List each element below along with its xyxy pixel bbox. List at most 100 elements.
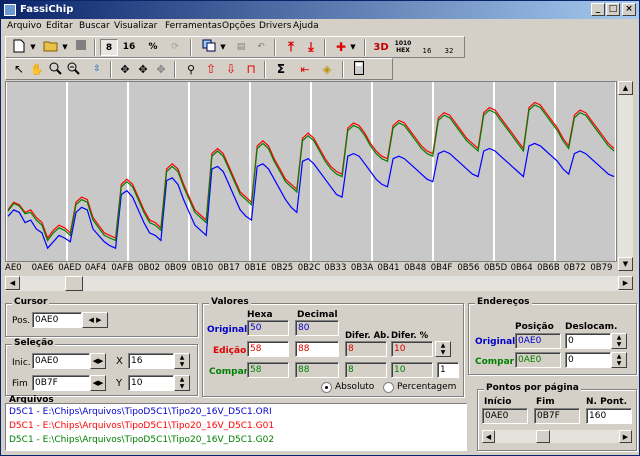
file-item-g01[interactable]: D5C1 - E:\Chips\Arquivos\TipoD5C1\Tipo20… [9, 421, 274, 431]
end-compar-stepper[interactable]: ▲ ▼ [611, 352, 627, 368]
edicao-hex-input[interactable]: 58 [247, 341, 289, 357]
hex-view-button[interactable]: 1010 HEX [394, 39, 412, 56]
stop-icon[interactable] [72, 39, 90, 56]
scroll-right-icon[interactable]: ▶ [618, 276, 633, 290]
undo-icon[interactable]: ↶ [252, 39, 270, 56]
crosshair-dropdown-chevron-icon[interactable]: ▼ [348, 39, 358, 56]
menu-ferramentas[interactable]: Ferramentas [165, 21, 222, 31]
line-chart[interactable] [6, 82, 616, 261]
chart-band [434, 82, 493, 261]
new-file-icon[interactable] [10, 39, 28, 56]
copy-icon[interactable] [200, 39, 218, 56]
swap-16-button[interactable]: 16 [418, 39, 436, 56]
pontos-scroll-right-icon[interactable]: ▶ [619, 430, 632, 443]
hand-icon[interactable]: ✋ [28, 61, 46, 78]
toolbar-separator [342, 61, 344, 78]
view-16bit-button[interactable]: 16 [120, 39, 138, 56]
menu-arquivo[interactable]: Arquivo [7, 21, 41, 31]
horizontal-scrollbar[interactable]: ◀ ▶ [5, 276, 633, 291]
inic-input[interactable]: 0AE0 [32, 353, 90, 369]
go-up-icon[interactable]: ⇧ [202, 61, 220, 78]
x-axis-labels: AE0 0AE6 0AED 0AF4 0AFB 0B02 0B09 0B10 0B17 0B1E 0… [5, 263, 617, 275]
menu-ajuda[interactable]: Ajuda [293, 21, 319, 31]
percent-button[interactable]: % [144, 39, 162, 56]
close-button[interactable]: × [622, 3, 636, 16]
pointer-icon[interactable]: ↖ [10, 61, 28, 78]
x-tick-label: 0B72 [563, 263, 586, 273]
compress-icon[interactable]: ⇤ [296, 61, 314, 78]
select-region-2-icon[interactable]: ✥ [134, 61, 152, 78]
end-compar-desloc-input[interactable]: 0 [565, 352, 611, 368]
fit-height-icon[interactable]: ⇳ [88, 61, 106, 78]
menu-drivers[interactable]: Drivers [259, 21, 291, 31]
x-tick-label: 0B79 [590, 263, 613, 273]
cursor-title: Cursor [12, 297, 50, 307]
menu-opcoes[interactable]: Opções [222, 21, 255, 31]
compar-label: Compar [209, 367, 249, 377]
end-original-stepper[interactable]: ▲ ▼ [611, 333, 627, 349]
toolbar-separator [174, 61, 176, 78]
hex-top-label: 1010 [394, 40, 412, 47]
pos-input[interactable]: 0AE0 [32, 312, 82, 328]
open-dropdown-chevron-icon[interactable]: ▼ [60, 39, 70, 56]
chart-area[interactable] [5, 81, 617, 262]
select-region-icon[interactable]: ✥ [116, 61, 134, 78]
swap-32-button[interactable]: 32 [440, 39, 458, 56]
step-input[interactable]: 1 [437, 362, 459, 378]
scroll-thumb[interactable] [65, 276, 83, 291]
x-tick-label: 0AE6 [31, 263, 54, 273]
new-dropdown-chevron-icon[interactable]: ▼ [28, 39, 38, 56]
edicao-stepper[interactable]: ▲ ▼ [435, 341, 451, 357]
y-input[interactable]: 10 [128, 375, 174, 391]
menu-editar[interactable]: Editar [46, 21, 73, 31]
increase-icon[interactable]: ⤒ [282, 39, 300, 56]
select-region-3-icon[interactable]: ✥ [152, 61, 170, 78]
refresh-disabled-icon[interactable]: ⟳ [166, 39, 184, 56]
x-input[interactable]: 16 [128, 353, 174, 369]
file-item-g02[interactable]: D5C1 - E:\Chips\Arquivos\TipoD5C1\Tipo20… [9, 435, 274, 445]
pontos-scroll-left-icon[interactable]: ◀ [482, 430, 495, 443]
scroll-left-icon[interactable]: ◀ [5, 276, 20, 290]
pontos-scroll-thumb[interactable] [536, 430, 550, 443]
binoculars-icon[interactable]: ⚲ [182, 61, 200, 78]
file-item-original[interactable]: D5C1 - E:\Chips\Arquivos\TipoD5C1\Tipo20… [9, 407, 272, 417]
fim-stepper[interactable]: ◀▶ [90, 375, 106, 391]
go-down-icon[interactable]: ⇩ [222, 61, 240, 78]
paste-icon[interactable]: ▤ [232, 39, 250, 56]
zoom-in-icon[interactable] [46, 61, 64, 78]
inic-stepper[interactable]: ◀▶ [90, 353, 106, 369]
x-tick-label: 0AFB [111, 263, 134, 273]
scroll-up-icon[interactable]: ▲ [618, 81, 633, 95]
menu-buscar[interactable]: Buscar [79, 21, 110, 31]
calculator-icon[interactable] [350, 61, 368, 78]
y-stepper[interactable]: ▲ ▼ [174, 375, 190, 391]
pos-stepper[interactable]: ◀ ▶ [82, 312, 108, 328]
title-bar: FassiChip _ □ × [1, 1, 639, 19]
square-wave-icon[interactable]: ⊓ [242, 61, 260, 78]
sum-button[interactable]: Σ [272, 61, 290, 78]
selecao-group: Seleção Inic. 0AE0 ◀▶ X 16 ▲ ▼ Fim 0B7F ◀… [5, 338, 198, 396]
vertical-scrollbar[interactable]: ▲ ▼ [618, 81, 633, 271]
zoom-out-icon[interactable] [64, 61, 82, 78]
decrease-icon[interactable]: ⤓ [302, 39, 320, 56]
percentagem-radio[interactable] [383, 382, 394, 393]
view-3d-button[interactable]: 3D [372, 39, 390, 56]
selecao-title: Seleção [12, 338, 56, 348]
view-8bit-button[interactable]: 8 [100, 39, 118, 56]
npont-input[interactable]: 160 [586, 408, 632, 424]
x-tick-label: 0B17 [217, 263, 240, 273]
scroll-down-icon[interactable]: ▼ [618, 257, 633, 271]
pontos-scrollbar[interactable]: ◀ ▶ [482, 430, 632, 443]
absoluto-radio[interactable] [321, 382, 332, 393]
x-stepper[interactable]: ▲ ▼ [174, 353, 190, 369]
maximize-button[interactable]: □ [606, 3, 620, 16]
tag-icon[interactable]: ◈ [318, 61, 336, 78]
copy-dropdown-chevron-icon[interactable]: ▼ [218, 39, 228, 56]
menu-visualizar[interactable]: Visualizar [114, 21, 157, 31]
open-folder-icon[interactable] [42, 39, 60, 56]
fim-input[interactable]: 0B7F [32, 375, 90, 391]
edicao-dec-input[interactable]: 88 [295, 341, 339, 357]
npont-header: N. Pont. [586, 397, 627, 407]
end-original-desloc-input[interactable]: 0 [565, 333, 611, 349]
minimize-button[interactable]: _ [591, 3, 605, 16]
